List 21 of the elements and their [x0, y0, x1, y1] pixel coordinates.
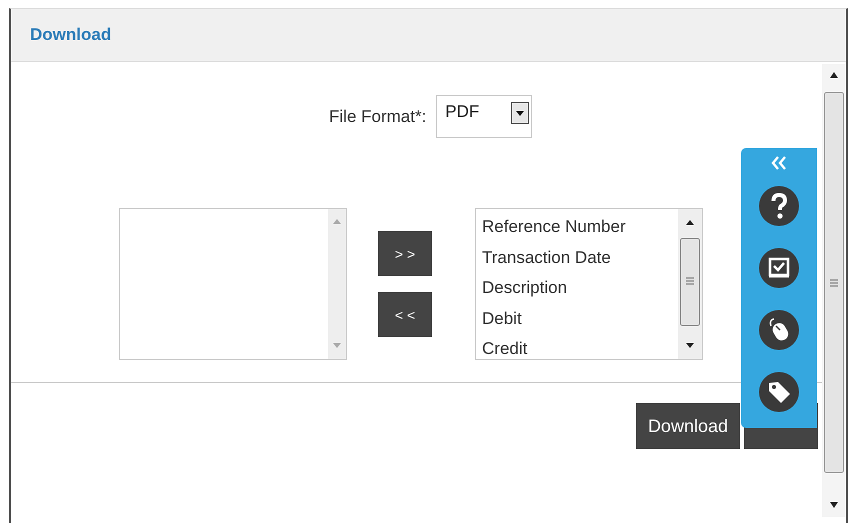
dialog-title: Download — [30, 25, 112, 45]
file-format-dropdown[interactable]: PDF — [436, 95, 532, 138]
available-columns-list[interactable] — [119, 208, 347, 360]
help-icon[interactable] — [759, 186, 799, 226]
list-item[interactable]: Description — [482, 273, 678, 304]
scrollbar[interactable] — [328, 209, 346, 359]
checkbox-icon[interactable] — [759, 248, 799, 288]
move-button[interactable]: > > — [378, 231, 432, 276]
move-button[interactable]: < < — [378, 292, 432, 337]
collapse-icon[interactable] — [771, 156, 787, 170]
mouse-icon[interactable] — [759, 310, 799, 350]
tag-icon[interactable] — [759, 372, 799, 412]
list-item[interactable]: Reference Number — [482, 212, 678, 242]
scrollbar[interactable] — [678, 209, 702, 359]
list-item[interactable]: Debit — [482, 304, 678, 334]
list-item[interactable]: Credit — [482, 334, 678, 359]
scrollbar[interactable] — [822, 64, 846, 517]
selected-columns-list[interactable]: Reference Number Transaction Date Description Debit Credit — [475, 208, 703, 360]
field-label: File Format*: — [329, 107, 426, 127]
list-item[interactable]: Transaction Date — [482, 242, 678, 273]
download-button[interactable]: Download — [636, 403, 740, 449]
